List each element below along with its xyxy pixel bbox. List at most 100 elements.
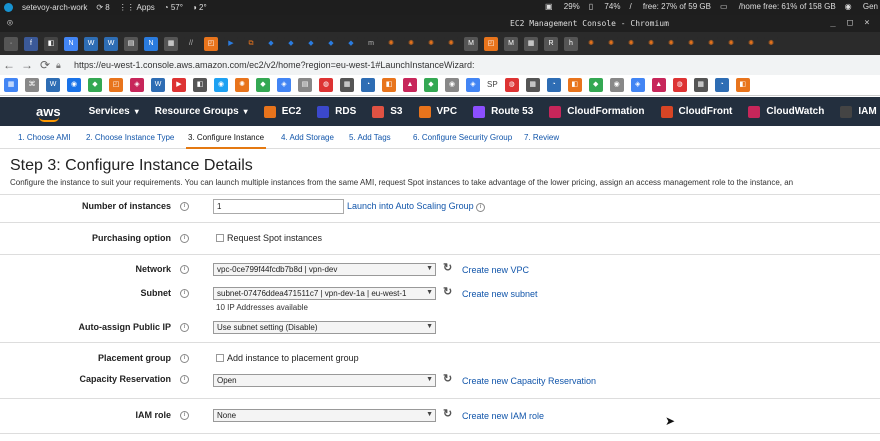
bookmark-icon[interactable]: ◆: [256, 78, 270, 92]
aws-logo[interactable]: aws: [36, 104, 61, 122]
browser-tab[interactable]: ✺: [604, 36, 618, 51]
services-menu[interactable]: Services ▾: [89, 106, 139, 117]
step-review[interactable]: 7. Review: [524, 133, 559, 142]
bookmark-icon[interactable]: ◉: [609, 78, 624, 92]
step-configure-instance[interactable]: 3. Configure Instance: [186, 133, 267, 149]
browser-tab[interactable]: N: [64, 36, 78, 51]
refresh-icon[interactable]: ↻: [443, 285, 452, 298]
browser-tab[interactable]: M: [504, 36, 518, 51]
browser-tab[interactable]: ▤: [124, 36, 138, 51]
network-indicator[interactable]: ◉ Gen: [845, 2, 878, 11]
browser-tab[interactable]: ◆: [304, 36, 318, 51]
placement-group-checkbox[interactable]: [216, 354, 224, 362]
step-choose-instance-type[interactable]: 2. Choose Instance Type: [86, 133, 174, 142]
browser-tab[interactable]: ◆: [284, 36, 298, 51]
bookmark-icon[interactable]: ◆: [88, 78, 102, 92]
create-capacity-reservation-link[interactable]: Create new Capacity Reservation: [462, 376, 596, 386]
browser-tab[interactable]: ✺: [764, 36, 778, 51]
browser-tab[interactable]: ◰: [484, 36, 498, 51]
apps-launcher[interactable]: ⋮⋮ Apps: [119, 3, 155, 12]
browser-tab[interactable]: ◆: [344, 36, 358, 51]
bookmark-icon[interactable]: ◉: [67, 78, 81, 92]
bookmark-icon[interactable]: ▶: [172, 78, 186, 92]
aws-nav-ec2[interactable]: EC2: [263, 105, 301, 118]
browser-tab[interactable]: f: [24, 36, 38, 51]
url-field[interactable]: https://eu-west-1.console.aws.amazon.com…: [74, 60, 474, 70]
info-icon[interactable]: i: [476, 203, 485, 212]
browser-tab[interactable]: W: [84, 36, 98, 51]
bookmark-icon[interactable]: ▲: [651, 78, 666, 92]
aws-nav-route-53[interactable]: Route 53: [473, 105, 533, 118]
refresh-icon[interactable]: ↻: [443, 261, 452, 274]
aws-nav-iam[interactable]: IAM: [840, 105, 877, 118]
browser-tab[interactable]: ◧: [44, 36, 58, 51]
bookmark-icon[interactable]: ◉: [445, 78, 459, 92]
info-icon[interactable]: i: [180, 354, 189, 363]
bookmark-icon[interactable]: ▤: [298, 78, 312, 92]
browser-tab[interactable]: ▶: [224, 36, 238, 51]
aws-nav-cloudfront[interactable]: CloudFront: [660, 105, 732, 118]
capacity-reservation-select[interactable]: Open ▼: [213, 374, 436, 387]
bookmark-icon[interactable]: ◈: [130, 78, 144, 92]
bookmark-icon[interactable]: ◔: [361, 78, 375, 92]
browser-tab[interactable]: ✺: [424, 36, 438, 51]
info-icon[interactable]: i: [180, 234, 189, 243]
info-icon[interactable]: i: [180, 265, 189, 274]
bookmark-icon[interactable]: W: [151, 78, 165, 92]
auto-assign-ip-select[interactable]: Use subnet setting (Disable) ▼: [213, 321, 436, 334]
number-of-instances-input[interactable]: 1: [213, 199, 344, 214]
info-icon[interactable]: i: [180, 375, 189, 384]
browser-tab[interactable]: ◰: [204, 36, 218, 51]
updates-indicator[interactable]: ⟳ 8: [96, 3, 109, 12]
step-configure-security-group[interactable]: 6. Configure Security Group: [413, 133, 512, 142]
bookmark-sp[interactable]: SP: [487, 78, 498, 92]
browser-tab[interactable]: ✺: [704, 36, 718, 51]
bookmark-icon[interactable]: ◈: [277, 78, 291, 92]
bookmark-icon[interactable]: ◧: [382, 78, 396, 92]
create-iam-role-link[interactable]: Create new IAM role: [462, 411, 544, 421]
browser-tab[interactable]: ✺: [384, 36, 398, 51]
bookmark-icon[interactable]: ◉: [214, 78, 228, 92]
bookmark-icon[interactable]: ◍: [672, 78, 687, 92]
aws-nav-rds[interactable]: RDS: [317, 105, 356, 118]
bookmark-icon[interactable]: ◰: [109, 78, 123, 92]
bookmark-icon[interactable]: ◧: [567, 78, 582, 92]
browser-tab[interactable]: ✺: [584, 36, 598, 51]
bookmark-icon[interactable]: ▦: [525, 78, 540, 92]
forward-icon[interactable]: →: [18, 58, 36, 72]
bookmark-icon[interactable]: ◈: [630, 78, 645, 92]
step-add-tags[interactable]: 5. Add Tags: [349, 133, 391, 142]
browser-tab[interactable]: ⧉: [244, 36, 258, 51]
bookmark-icon[interactable]: ✺: [235, 78, 249, 92]
browser-tab[interactable]: R: [544, 36, 558, 51]
spot-instances-checkbox[interactable]: [216, 234, 224, 242]
info-icon[interactable]: i: [180, 411, 189, 420]
browser-tab[interactable]: h: [564, 36, 578, 51]
launch-auto-scaling-link[interactable]: Launch into Auto Scaling Group: [347, 201, 474, 211]
browser-tab[interactable]: ✺: [684, 36, 698, 51]
info-icon[interactable]: i: [180, 323, 189, 332]
browser-tab[interactable]: N: [144, 36, 158, 51]
browser-tab[interactable]: ✺: [444, 36, 458, 51]
bookmark-icon[interactable]: ◧: [735, 78, 750, 92]
browser-tab[interactable]: ✺: [404, 36, 418, 51]
bookmark-icon[interactable]: ◆: [588, 78, 603, 92]
aws-nav-vpc[interactable]: VPC: [418, 105, 457, 118]
maximize-icon[interactable]: □: [845, 18, 855, 28]
aws-nav-s3[interactable]: S3: [372, 105, 403, 118]
bookmark-icon[interactable]: ⌘: [25, 78, 39, 92]
step-add-storage[interactable]: 4. Add Storage: [281, 133, 334, 142]
browser-tab[interactable]: ✺: [644, 36, 658, 51]
aws-nav-cloudwatch[interactable]: CloudWatch: [748, 105, 824, 118]
create-subnet-link[interactable]: Create new subnet: [462, 289, 538, 299]
create-vpc-link[interactable]: Create new VPC: [462, 265, 529, 275]
browser-tab[interactable]: //: [184, 36, 198, 51]
bookmark-icon[interactable]: ▦: [4, 78, 18, 92]
bookmark-icon[interactable]: ◍: [504, 78, 519, 92]
browser-tab[interactable]: ◆: [324, 36, 338, 51]
bookmark-icon[interactable]: ◈: [466, 78, 480, 92]
close-icon[interactable]: ×: [862, 18, 872, 28]
browser-tab[interactable]: ✺: [624, 36, 638, 51]
browser-tab[interactable]: ▦: [164, 36, 178, 51]
browser-tab[interactable]: ✺: [744, 36, 758, 51]
